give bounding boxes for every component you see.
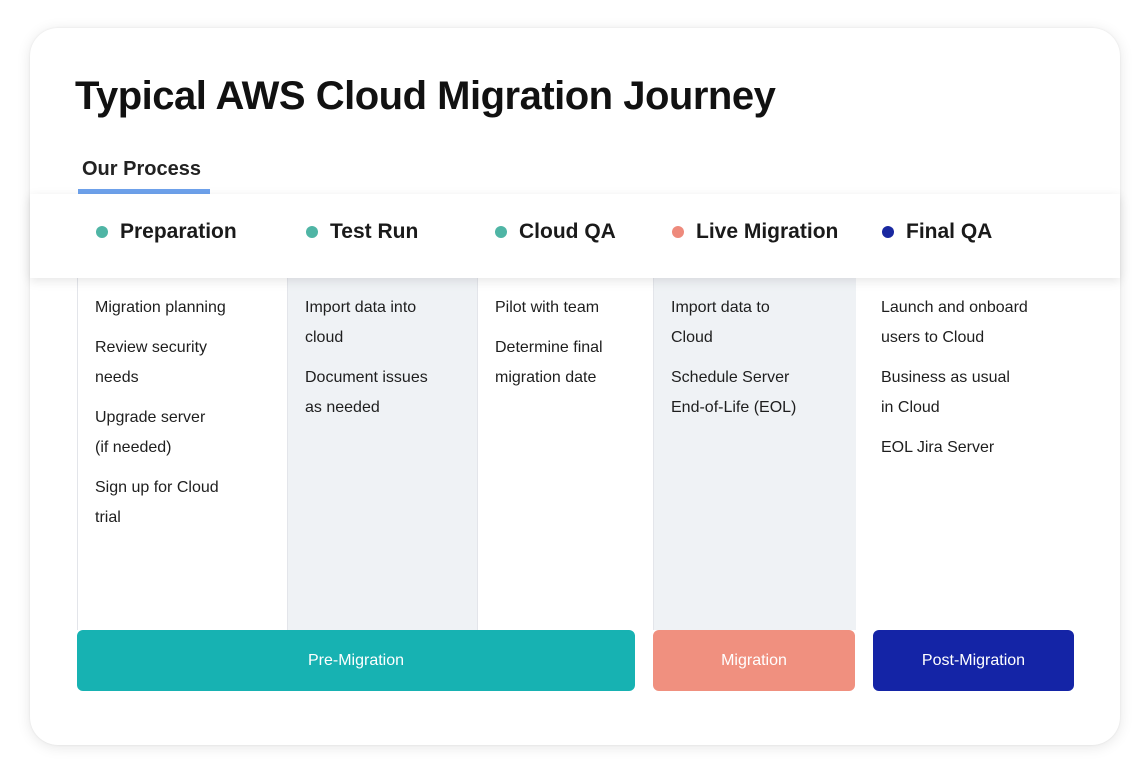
- status-dot-icon: [495, 226, 507, 238]
- stage-header-bar: Preparation Test Run Cloud QA Live Migra…: [30, 194, 1120, 278]
- status-dot-icon: [96, 226, 108, 238]
- page-title: Typical AWS Cloud Migration Journey: [75, 74, 776, 118]
- column-live-migration: Import data to Cloud Schedule Server End…: [653, 278, 856, 630]
- column-cloud-qa: Pilot with team Determine final migratio…: [477, 278, 653, 630]
- list-item: Schedule Server End-of-Life (EOL): [671, 369, 797, 416]
- list-item: Document issues as needed: [305, 369, 428, 416]
- status-dot-icon: [306, 226, 318, 238]
- phase-pre-migration: Pre-Migration: [77, 630, 635, 691]
- stage-test-run: Test Run: [306, 220, 418, 244]
- stage-label: Final QA: [906, 220, 993, 243]
- phase-label: Pre-Migration: [307, 651, 405, 669]
- list-item: Import data to Cloud: [671, 299, 770, 346]
- column-preparation: Migration planning Review security needs…: [77, 278, 287, 630]
- list-item: Migration planning: [95, 299, 226, 316]
- list-item: Business as usual in Cloud: [881, 369, 1010, 416]
- status-dot-icon: [672, 226, 684, 238]
- phase-label: Migration: [721, 651, 787, 669]
- phase-migration: Migration: [653, 630, 855, 691]
- stage-cloud-qa: Cloud QA: [495, 220, 616, 244]
- stage-label: Preparation: [120, 220, 237, 243]
- stage-label: Live Migration: [696, 220, 839, 243]
- status-dot-icon: [882, 226, 894, 238]
- list-item: Launch and onboard users to Cloud: [881, 299, 1028, 346]
- column-test-run: Import data into cloud Document issues a…: [287, 278, 477, 630]
- tab-label: Our Process: [82, 158, 201, 180]
- list-item: Import data into cloud: [305, 299, 417, 346]
- tab-our-process[interactable]: Our Process: [78, 156, 210, 194]
- list-item: Sign up for Cloud trial: [95, 479, 219, 526]
- stage-label: Test Run: [330, 220, 419, 243]
- phase-label: Post-Migration: [921, 651, 1026, 669]
- list-item: EOL Jira Server: [881, 439, 995, 456]
- column-final-qa: Launch and onboard users to Cloud Busine…: [864, 278, 1074, 630]
- stage-preparation: Preparation: [96, 220, 237, 244]
- phase-post-migration: Post-Migration: [873, 630, 1074, 691]
- stage-final-qa: Final QA: [882, 220, 992, 244]
- list-item: Determine final migration date: [495, 339, 603, 386]
- list-item: Pilot with team: [495, 299, 600, 316]
- stage-label: Cloud QA: [519, 220, 616, 243]
- list-item: Upgrade server (if needed): [95, 409, 206, 456]
- stage-live-migration: Live Migration: [672, 220, 838, 244]
- list-item: Review security needs: [95, 339, 208, 386]
